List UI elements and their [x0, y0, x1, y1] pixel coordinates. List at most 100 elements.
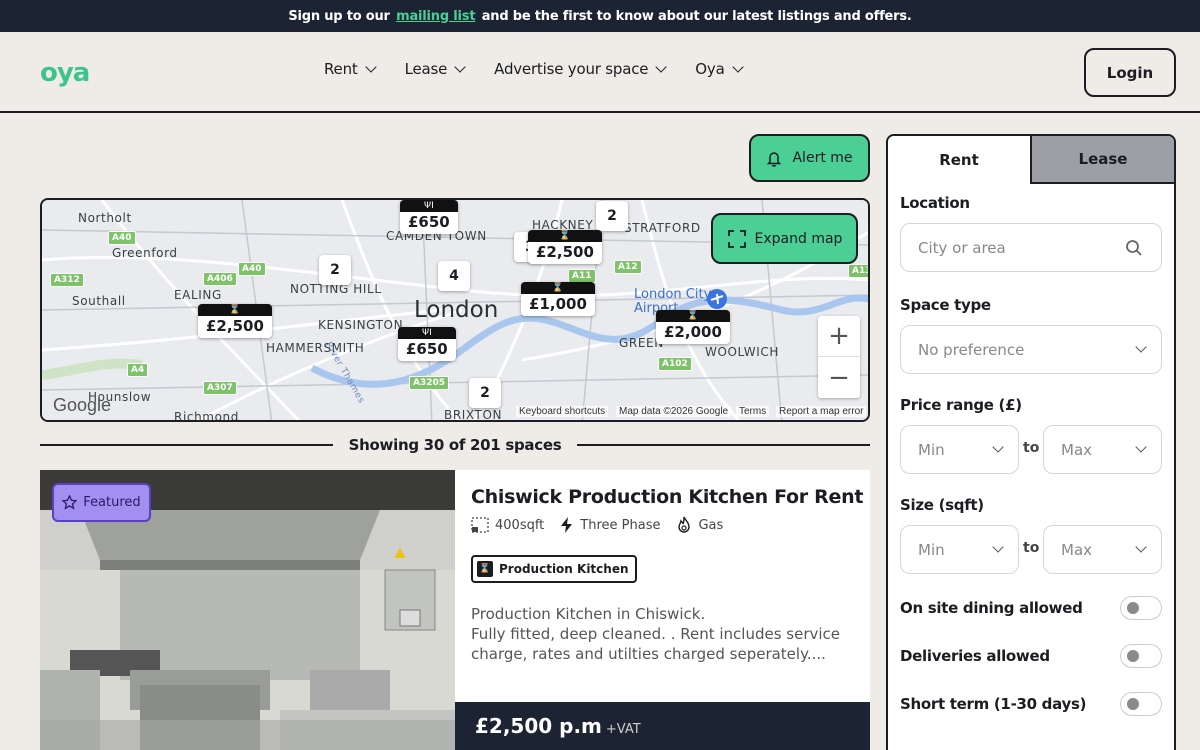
- chevron-down-icon: [454, 61, 466, 73]
- short-term-toggle[interactable]: [1120, 692, 1162, 716]
- kitchen-icon: ⌛: [521, 282, 595, 294]
- nav-rent-label: Rent: [324, 60, 358, 78]
- dining-toggle-label: On site dining allowed: [900, 599, 1083, 617]
- space-type-label: Production Kitchen: [499, 562, 629, 576]
- map-cluster[interactable]: 2: [596, 201, 628, 231]
- location-label: Location: [900, 194, 970, 212]
- keyboard-shortcuts-link[interactable]: Keyboard shortcuts: [516, 406, 609, 417]
- map-price-pin[interactable]: ⌛ £2,500: [528, 230, 602, 264]
- space-type-value: No preference: [918, 340, 1025, 359]
- road-sign: A13: [848, 264, 868, 278]
- zoom-in-button[interactable]: +: [818, 316, 860, 357]
- divider: [577, 444, 871, 446]
- road-sign: A4: [127, 363, 149, 377]
- size-value: 400sqft: [495, 517, 545, 533]
- flame-icon: [678, 516, 691, 533]
- map-price-pin[interactable]: ⌛ £2,000: [656, 310, 730, 344]
- description-line: Production Kitchen in Chiswick.: [471, 605, 706, 623]
- results-count-row: Showing 30 of 201 spaces: [40, 434, 871, 456]
- short-term-toggle-row: Short term (1-30 days): [900, 692, 1162, 716]
- tab-rent[interactable]: Rent: [888, 136, 1030, 184]
- size-max-select[interactable]: Max: [1043, 525, 1162, 574]
- chevron-down-icon: [992, 441, 1004, 453]
- alert-me-button[interactable]: Alert me: [749, 134, 870, 182]
- report-map-error-link[interactable]: Report a map error: [776, 406, 867, 417]
- terms-link[interactable]: Terms: [736, 406, 770, 417]
- size-min-select[interactable]: Min: [900, 525, 1019, 574]
- listing-card[interactable]: Featured Chiswick Production Kitchen For…: [40, 470, 870, 750]
- pin-price: £650: [406, 340, 448, 358]
- place-label: HAMMERSMITH: [266, 341, 365, 355]
- deliveries-toggle-row: Deliveries allowed: [900, 644, 1162, 668]
- zoom-controls: + −: [818, 316, 860, 398]
- nav-advertise-label: Advertise your space: [494, 60, 649, 78]
- filter-tabs: Rent Lease: [888, 136, 1174, 184]
- kitchen-icon: ⌛: [477, 561, 493, 577]
- logo[interactable]: oya: [40, 58, 90, 88]
- expand-map-button[interactable]: Expand map: [711, 213, 858, 264]
- expand-map-label: Expand map: [754, 230, 843, 247]
- nav-rent[interactable]: Rent: [324, 60, 377, 78]
- bell-icon: [767, 151, 782, 167]
- pin-price: £2,500: [206, 317, 264, 335]
- road-sign: A40: [108, 231, 136, 245]
- chevron-down-icon: [1135, 341, 1147, 353]
- road-sign: A12: [614, 260, 642, 274]
- road-sign: A102: [658, 357, 692, 371]
- nav-advertise[interactable]: Advertise your space: [494, 60, 667, 78]
- place-label: Northolt: [78, 211, 132, 225]
- map-cluster[interactable]: 2: [319, 255, 351, 285]
- map-price-pin[interactable]: ⌛ £2,500: [198, 304, 272, 338]
- price-min-select[interactable]: Min: [900, 425, 1019, 474]
- google-logo: Google: [53, 395, 112, 415]
- mailing-list-link[interactable]: mailing list: [396, 9, 475, 24]
- road-sign: A312: [50, 273, 84, 287]
- listing-price: £2,500 p.m: [475, 714, 602, 738]
- price-max-value: Max: [1061, 440, 1093, 459]
- chevron-down-icon: [731, 61, 744, 73]
- short-term-toggle-label: Short term (1-30 days): [900, 695, 1087, 713]
- map-price-pin[interactable]: ΨΙ £650: [398, 327, 456, 361]
- to-label: to: [1023, 540, 1040, 556]
- place-label: Greenford: [112, 246, 178, 260]
- listing-photo[interactable]: Featured: [40, 470, 455, 750]
- map-price-pin[interactable]: ΨΙ £650: [400, 200, 458, 234]
- deliveries-toggle[interactable]: [1120, 644, 1162, 668]
- map-cluster[interactable]: 2: [469, 378, 501, 408]
- place-label: WOOLWICH: [705, 345, 779, 359]
- nav-lease[interactable]: Lease: [405, 60, 466, 78]
- nav-oya[interactable]: Oya: [695, 60, 744, 78]
- map-price-pin[interactable]: ⌛ £1,000: [521, 282, 595, 316]
- dining-toggle[interactable]: [1120, 596, 1162, 620]
- search-icon: [1126, 240, 1142, 256]
- map-cluster[interactable]: 4: [438, 261, 470, 291]
- place-label: KENSINGTON: [318, 318, 404, 332]
- airport-icon: [707, 289, 727, 309]
- to-label: to: [1023, 440, 1040, 456]
- price-range-label: Price range (£): [900, 396, 1022, 414]
- road-sign: A406: [203, 272, 237, 286]
- map[interactable]: Northolt Greenford EALING Southall NOTTI…: [40, 198, 870, 422]
- space-type-label: Space type: [900, 296, 991, 314]
- restaurant-icon: ΨΙ: [400, 200, 458, 212]
- login-button[interactable]: Login: [1084, 48, 1176, 97]
- vat-label: +VAT: [605, 721, 641, 737]
- place-label: STRATFORD: [624, 221, 701, 235]
- price-bar: £2,500 p.m +VAT: [455, 702, 870, 750]
- expand-icon: [727, 229, 746, 248]
- restaurant-icon: ΨΙ: [398, 327, 456, 339]
- promo-banner: Sign up to our mailing list and be the f…: [0, 0, 1200, 32]
- size-min-value: Min: [918, 540, 945, 559]
- alert-me-label: Alert me: [792, 150, 853, 166]
- location-input[interactable]: City or area: [900, 223, 1162, 272]
- price-max-select[interactable]: Max: [1043, 425, 1162, 474]
- tab-lease[interactable]: Lease: [1030, 136, 1174, 184]
- chevron-down-icon: [655, 61, 667, 73]
- main-nav: Rent Lease Advertise your space Oya: [324, 60, 772, 78]
- listing-title[interactable]: Chiswick Production Kitchen For Rent: [471, 486, 863, 508]
- space-type-select[interactable]: No preference: [900, 325, 1162, 374]
- chevron-down-icon: [1135, 441, 1147, 453]
- chevron-down-icon: [364, 61, 377, 73]
- divider: [40, 444, 333, 446]
- zoom-out-button[interactable]: −: [818, 357, 860, 398]
